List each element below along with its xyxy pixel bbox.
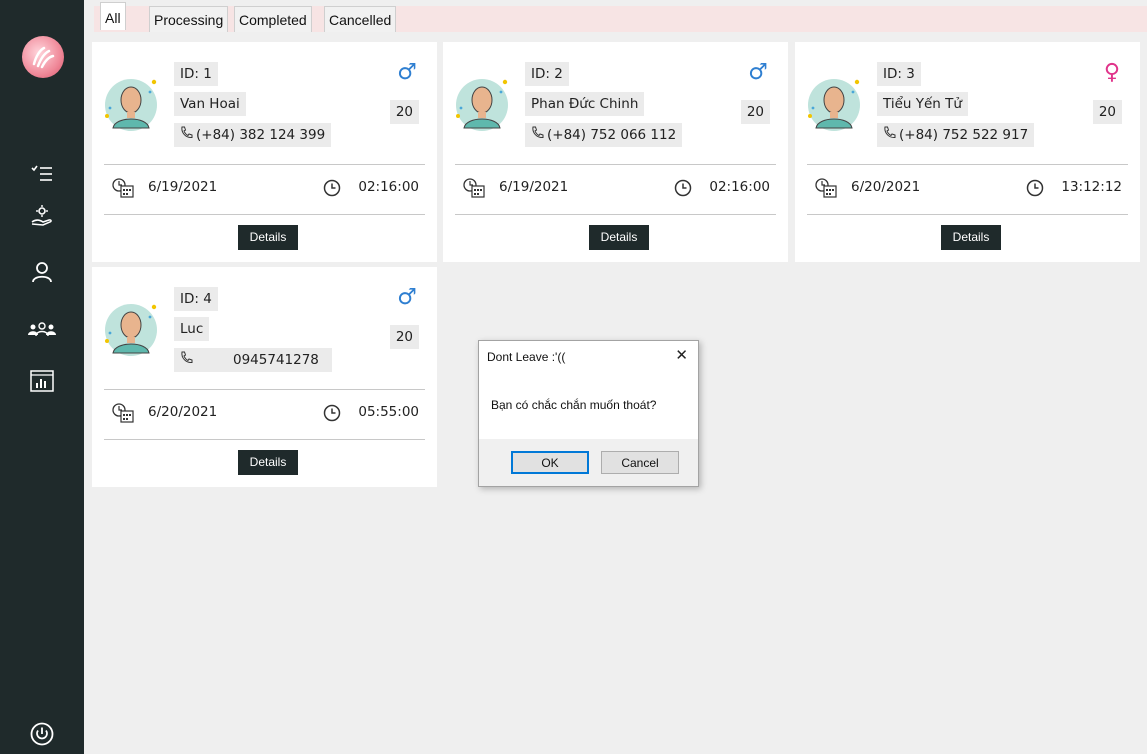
phone-icon xyxy=(531,123,544,147)
power-icon xyxy=(30,722,54,746)
app-logo xyxy=(22,36,64,78)
female-icon: ♀ xyxy=(1103,60,1120,85)
customer-id: ID: 1 xyxy=(174,62,218,86)
tab-all[interactable]: All xyxy=(100,2,126,30)
customer-card: ID: 3 Tiểu Yến Tử (+84) 752 522 917 ♀ 20… xyxy=(795,42,1140,262)
power-button[interactable] xyxy=(0,714,84,754)
customer-phone: 0945741278 xyxy=(174,348,332,372)
sidebar-item-orders[interactable] xyxy=(0,154,84,194)
order-date: 6/19/2021 xyxy=(499,179,569,195)
phone-number: (+84) 382 124 399 xyxy=(196,127,326,143)
order-time: 02:16:00 xyxy=(358,179,419,195)
phone-number: (+84) 752 522 917 xyxy=(899,127,1029,143)
order-date: 6/20/2021 xyxy=(148,404,218,420)
customer-phone: (+84) 382 124 399 xyxy=(174,123,332,147)
divider xyxy=(455,164,776,165)
checklist-icon xyxy=(31,165,52,181)
divider xyxy=(807,164,1128,165)
customer-phone: (+84) 752 066 112 xyxy=(525,123,683,147)
sidebar-item-reports[interactable] xyxy=(0,361,84,401)
order-time: 13:12:12 xyxy=(1061,179,1122,195)
sidebar-item-users[interactable] xyxy=(0,309,84,349)
calendar-clock-icon xyxy=(112,178,134,198)
phone-number: 0945741278 xyxy=(233,352,319,368)
clock-icon xyxy=(323,404,341,422)
details-button[interactable]: Details xyxy=(238,450,298,475)
tab-bar: All Processing Completed Cancelled xyxy=(94,2,1147,32)
customer-name: Tiểu Yến Tử xyxy=(877,92,968,116)
dialog-title: Dont Leave :'(( xyxy=(487,350,566,364)
customer-name: Luc xyxy=(174,317,210,341)
tab-cancelled[interactable]: Cancelled xyxy=(324,6,397,32)
customer-name: Van Hoai xyxy=(174,92,246,116)
sidebar xyxy=(0,0,84,754)
customer-card: ID: 1 Van Hoai (+84) 382 124 399 ♂ 20 6/… xyxy=(92,42,437,262)
divider xyxy=(455,214,776,215)
order-date: 6/19/2021 xyxy=(148,179,218,195)
tab-completed[interactable]: Completed xyxy=(234,6,312,32)
avatar xyxy=(105,304,157,356)
calendar-clock-icon xyxy=(463,178,485,198)
male-icon: ♂ xyxy=(748,60,768,85)
divider xyxy=(104,389,425,390)
divider xyxy=(104,439,425,440)
order-time: 05:55:00 xyxy=(358,404,419,420)
customer-id: ID: 4 xyxy=(174,287,218,311)
customer-age: 20 xyxy=(740,100,770,124)
phone-icon xyxy=(180,123,193,147)
customer-phone: (+84) 752 522 917 xyxy=(877,123,1035,147)
divider xyxy=(104,214,425,215)
phone-icon xyxy=(883,123,896,147)
customer-id: ID: 3 xyxy=(877,62,921,86)
clock-icon xyxy=(674,179,692,197)
order-time: 02:16:00 xyxy=(709,179,770,195)
details-button[interactable]: Details xyxy=(238,225,298,250)
cancel-button[interactable]: Cancel xyxy=(601,451,679,474)
avatar xyxy=(105,79,157,131)
divider xyxy=(104,164,425,165)
customer-card: ID: 4 Luc 0945741278 ♂ 20 6/20/2021 05:5… xyxy=(92,267,437,487)
customer-age: 20 xyxy=(389,325,419,349)
customer-card: ID: 2 Phan Đức Chinh (+84) 752 066 112 ♂… xyxy=(443,42,788,262)
dialog-message: Bạn có chắc chắn muốn thoát? xyxy=(491,398,657,412)
avatar xyxy=(456,79,508,131)
details-button[interactable]: Details xyxy=(941,225,1001,250)
customer-id: ID: 2 xyxy=(525,62,569,86)
phone-number: (+84) 752 066 112 xyxy=(547,127,677,143)
customer-age: 20 xyxy=(389,100,419,124)
tab-processing[interactable]: Processing xyxy=(149,6,229,32)
sidebar-item-user[interactable] xyxy=(0,252,84,292)
sidebar-item-services[interactable] xyxy=(0,196,84,236)
close-icon[interactable]: ✕ xyxy=(675,348,688,363)
male-icon: ♂ xyxy=(397,285,417,310)
dialog-body: Dont Leave :'(( ✕ Bạn có chắc chắn muốn … xyxy=(479,341,698,439)
calendar-clock-icon xyxy=(112,403,134,423)
male-icon: ♂ xyxy=(397,60,417,85)
confirm-exit-dialog: Dont Leave :'(( ✕ Bạn có chắc chắn muốn … xyxy=(478,340,699,487)
divider xyxy=(807,214,1128,215)
details-button[interactable]: Details xyxy=(589,225,649,250)
phone-icon xyxy=(180,348,193,372)
hand-gear-icon xyxy=(31,205,52,226)
users-group-icon xyxy=(28,322,56,337)
customer-age: 20 xyxy=(1092,100,1122,124)
report-chart-icon xyxy=(30,370,54,392)
clock-icon xyxy=(323,179,341,197)
clock-icon xyxy=(1026,179,1044,197)
avatar xyxy=(808,79,860,131)
customer-name: Phan Đức Chinh xyxy=(525,92,645,116)
user-icon xyxy=(32,262,52,283)
ok-button[interactable]: OK xyxy=(511,451,589,474)
calendar-clock-icon xyxy=(815,178,837,198)
order-date: 6/20/2021 xyxy=(851,179,921,195)
